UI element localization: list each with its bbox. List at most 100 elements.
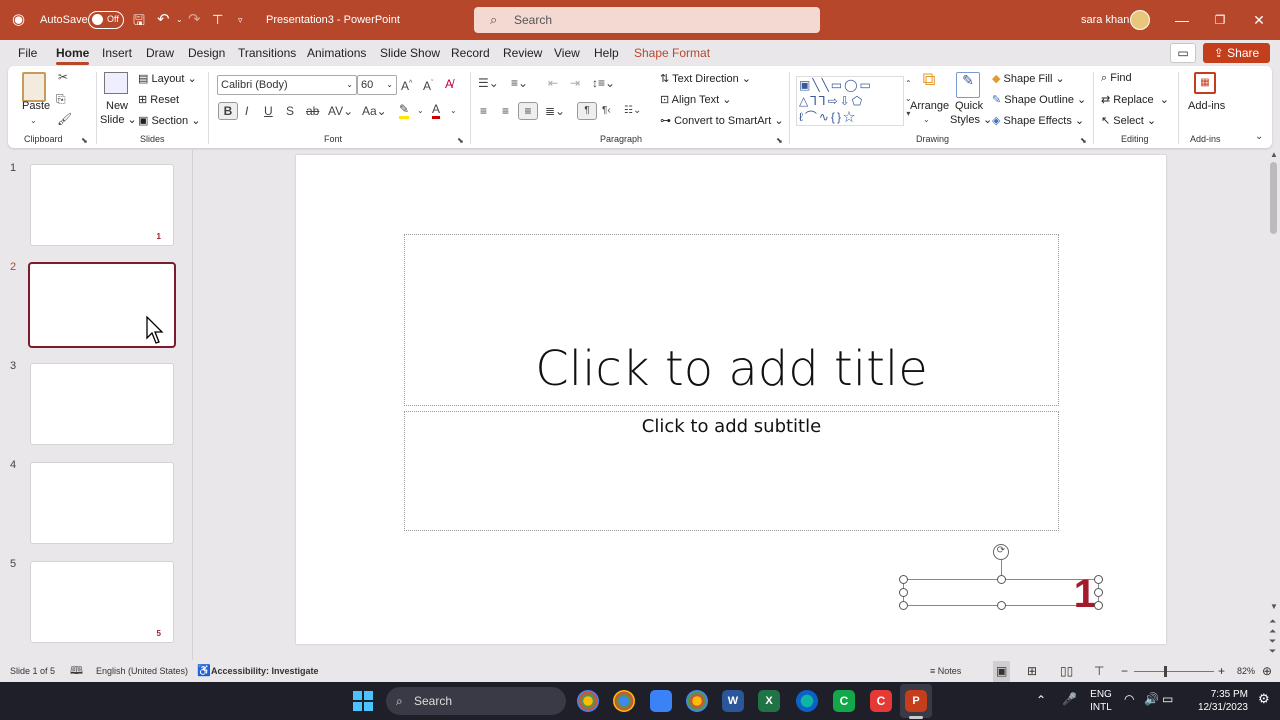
quick-styles-icon[interactable]: ✎ — [956, 72, 980, 98]
accessibility-icon[interactable]: ♿ — [197, 661, 211, 682]
convert-smartart-button[interactable]: ⊶ Convert to SmartArt ⌄ — [660, 114, 784, 127]
font-name-field[interactable]: Calibri (Body) ⌄ — [217, 75, 357, 95]
tab-transitions[interactable]: Transitions — [238, 40, 296, 66]
quick-styles-label[interactable]: Quick — [955, 100, 983, 112]
tab-view[interactable]: View — [554, 40, 580, 66]
tab-home[interactable]: Home — [56, 40, 90, 66]
undo-icon[interactable]: ↶ — [157, 0, 170, 40]
autosave-toggle[interactable]: Off — [88, 11, 124, 29]
camtasia-icon[interactable]: C — [833, 690, 855, 712]
slide-thumbnail-3[interactable] — [30, 363, 174, 445]
notepad-icon[interactable] — [650, 690, 672, 712]
powerpoint-taskbar-icon[interactable]: P — [905, 690, 927, 712]
slide-canvas[interactable]: Click to add title Click to add subtitle… — [296, 155, 1166, 644]
volume-icon[interactable]: 🔊 — [1144, 693, 1159, 706]
paste-button[interactable]: Paste — [22, 100, 50, 112]
cut-icon[interactable]: ✂ — [58, 70, 68, 84]
columns-icon[interactable]: ☷⌄ — [624, 104, 641, 118]
zoom-slider[interactable] — [1134, 671, 1214, 672]
language-button[interactable]: English (United States) — [96, 661, 188, 682]
tab-draw[interactable]: Draw — [146, 40, 174, 66]
change-case-icon[interactable]: Aa⌄ — [362, 104, 387, 118]
scrollbar-thumb[interactable] — [1270, 162, 1277, 234]
notes-button[interactable]: ≡ Notes — [930, 661, 961, 682]
tab-record[interactable]: Record — [451, 40, 490, 66]
microphone-icon[interactable]: 🎤 — [1062, 693, 1077, 706]
tab-insert[interactable]: Insert — [102, 40, 132, 66]
tab-design[interactable]: Design — [188, 40, 225, 66]
underline-icon[interactable]: U — [264, 104, 273, 118]
zoom-level[interactable]: 82% — [1237, 661, 1255, 682]
redo-icon[interactable]: ↷ — [188, 0, 201, 40]
spell-check-icon[interactable]: 🕮 — [70, 661, 83, 682]
accessibility-button[interactable]: Accessibility: Investigate — [211, 661, 319, 682]
replace-button[interactable]: ⇄ Replace ⌄ — [1101, 93, 1169, 106]
subtitle-placeholder[interactable]: Click to add subtitle — [404, 411, 1059, 531]
paste-icon[interactable] — [22, 72, 46, 102]
shape-fill-button[interactable]: ◆ Shape Fill ⌄ — [992, 72, 1065, 85]
arrange-icon[interactable]: ⧉ — [917, 70, 941, 98]
close-icon[interactable]: ✕ — [1240, 0, 1278, 40]
scroll-up-icon[interactable]: ▲ — [1270, 150, 1278, 159]
clear-formatting-icon[interactable]: A̸ — [445, 77, 453, 91]
numbering-icon[interactable]: ≡⌄ — [511, 76, 528, 90]
windows-start-icon[interactable] — [352, 690, 374, 712]
fit-slide-icon[interactable]: ⊕ — [1262, 661, 1272, 682]
align-center-icon[interactable]: ≡ — [502, 104, 509, 118]
decrease-font-icon[interactable]: Aˇ — [423, 77, 433, 93]
font-color-dropdown-icon[interactable]: ⌄ — [450, 104, 457, 118]
input-language[interactable]: ENG INTL — [1086, 688, 1116, 714]
quick-styles-button[interactable]: Styles ⌄ — [950, 113, 992, 126]
font-launcher-icon[interactable]: ⬊ — [457, 134, 464, 148]
font-color-icon[interactable]: A — [432, 102, 441, 119]
chrome-icon[interactable] — [686, 690, 708, 712]
pane-divider[interactable] — [192, 150, 193, 660]
resize-handle[interactable] — [899, 588, 908, 597]
reset-button[interactable]: ⊞ Reset — [138, 93, 179, 106]
chrome-icon[interactable] — [613, 690, 635, 712]
text-direction-button[interactable]: ⇅ Text Direction ⌄ — [660, 72, 751, 85]
slide-number-textbox[interactable]: 1 — [899, 572, 1103, 616]
find-button[interactable]: ⌕ Find — [1101, 72, 1132, 85]
resize-handle[interactable] — [899, 575, 908, 584]
tab-shape-format[interactable]: Shape Format — [634, 40, 710, 66]
reading-view-icon[interactable]: ▯▯ — [1060, 661, 1073, 682]
share-button[interactable]: ⇪ Share — [1203, 43, 1270, 63]
battery-icon[interactable]: ▭ — [1162, 693, 1173, 706]
collapse-ribbon-icon[interactable]: ⌄ — [1255, 130, 1263, 144]
slide-thumbnail-1[interactable]: 1 — [30, 164, 174, 246]
rotate-handle-icon[interactable]: ⟳ — [993, 544, 1009, 560]
comments-icon[interactable]: ▭ — [1170, 43, 1196, 63]
resize-handle[interactable] — [1094, 575, 1103, 584]
search-input[interactable]: ⌕ Search — [474, 7, 820, 33]
align-right-icon[interactable]: ≡ — [518, 102, 538, 120]
increase-indent-icon[interactable]: ⇥ — [570, 76, 580, 90]
highlight-dropdown-icon[interactable]: ⌄ — [417, 104, 424, 118]
align-text-button[interactable]: ⊡ Align Text ⌄ — [660, 93, 731, 106]
shapes-more-icon[interactable]: ⌃ ⌄ ▾ — [905, 76, 912, 121]
minimize-icon[interactable]: — — [1163, 0, 1201, 40]
tab-slide-show[interactable]: Slide Show — [380, 40, 440, 66]
slide-sorter-icon[interactable]: ⊞ — [1027, 661, 1037, 682]
taskbar-search[interactable]: ⌕ Search — [386, 687, 566, 715]
shape-effects-button[interactable]: ◈ Shape Effects ⌄ — [992, 114, 1084, 127]
decrease-indent-icon[interactable]: ⇤ — [548, 76, 558, 90]
layout-button[interactable]: ▤ Layout ⌄ — [138, 72, 197, 85]
previous-slide-icon[interactable]: ⏶ ⏶ — [1269, 616, 1276, 636]
resize-handle[interactable] — [1094, 588, 1103, 597]
align-left-icon[interactable]: ≡ — [480, 104, 487, 118]
resize-handle[interactable] — [899, 601, 908, 610]
customize-qat-icon[interactable]: ▿ — [238, 0, 243, 40]
shadow-icon[interactable]: S — [286, 104, 294, 118]
notifications-icon[interactable]: ⚙ — [1258, 692, 1270, 705]
drawing-launcher-icon[interactable]: ⬊ — [1080, 134, 1087, 148]
paragraph-launcher-icon[interactable]: ⬊ — [776, 134, 783, 148]
wifi-icon[interactable]: ◠ — [1124, 693, 1134, 706]
resize-handle[interactable] — [997, 601, 1006, 610]
shapes-gallery[interactable]: ▣╲╲▭◯▭ △⅂⅂⇨⇩⬠ ℓ⌒∿{}☆ — [796, 76, 904, 126]
save-icon[interactable]: 🖫 — [133, 0, 145, 40]
slideshow-view-icon[interactable]: ⊤ — [1094, 661, 1104, 682]
highlight-icon[interactable]: ✎ — [399, 102, 410, 119]
zoom-out-icon[interactable]: − — [1121, 661, 1128, 682]
word-icon[interactable]: W — [722, 690, 744, 712]
